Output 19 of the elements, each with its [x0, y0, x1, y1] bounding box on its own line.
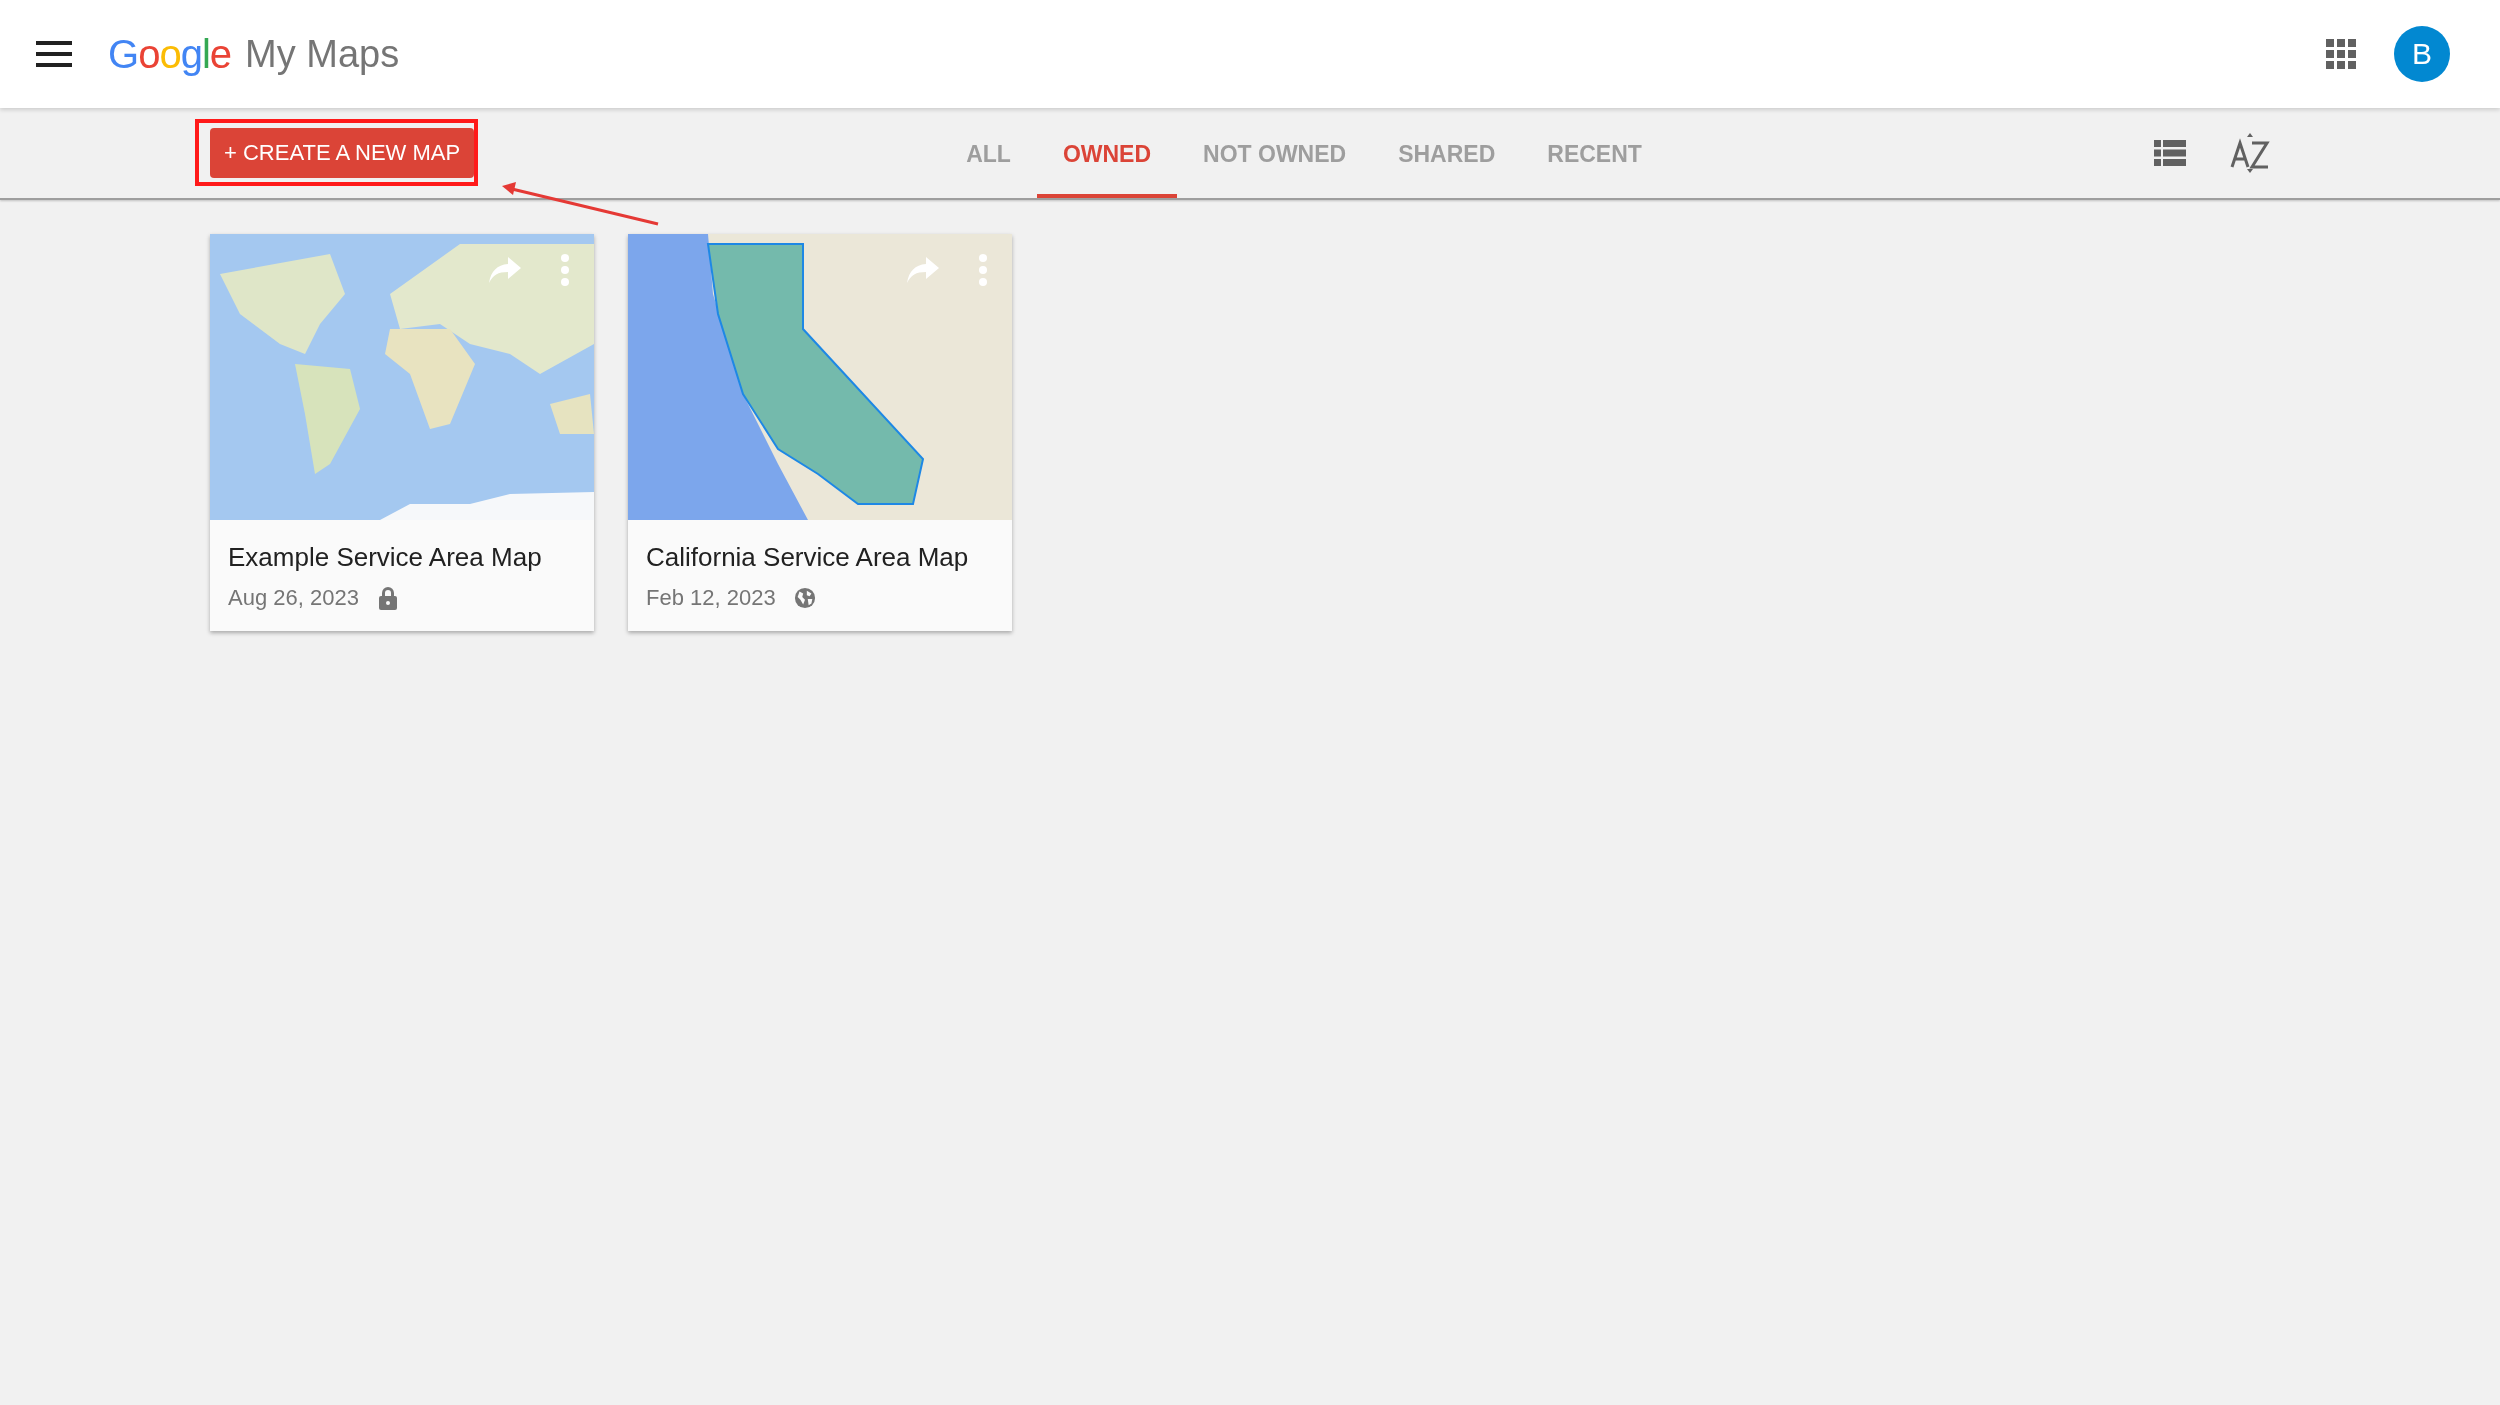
globe-icon: [793, 586, 816, 610]
product-name: My Maps: [245, 32, 400, 76]
create-map-button[interactable]: + CREATE A NEW MAP: [210, 128, 475, 178]
filter-tab[interactable]: ALL: [940, 108, 1037, 198]
filter-tab[interactable]: NOT OWNED: [1177, 108, 1373, 198]
lock-icon: [376, 586, 399, 610]
map-title: Example Service Area Map: [228, 542, 543, 573]
map-date: Feb 12, 2023: [646, 585, 776, 611]
map-date: Aug 26, 2023: [228, 585, 359, 611]
filter-tab[interactable]: SHARED: [1372, 108, 1522, 198]
logo-wordmark: Google: [108, 31, 231, 77]
apps-grid-icon[interactable]: [2326, 39, 2356, 69]
map-title: California Service Area Map: [646, 542, 970, 573]
account-avatar[interactable]: B: [2394, 26, 2450, 82]
menu-icon[interactable]: [36, 41, 72, 67]
filter-tab[interactable]: RECENT: [1521, 108, 1668, 198]
filter-tab[interactable]: OWNED: [1036, 108, 1178, 198]
list-view-icon[interactable]: [2154, 140, 2186, 166]
sort-icon[interactable]: [2230, 131, 2270, 175]
